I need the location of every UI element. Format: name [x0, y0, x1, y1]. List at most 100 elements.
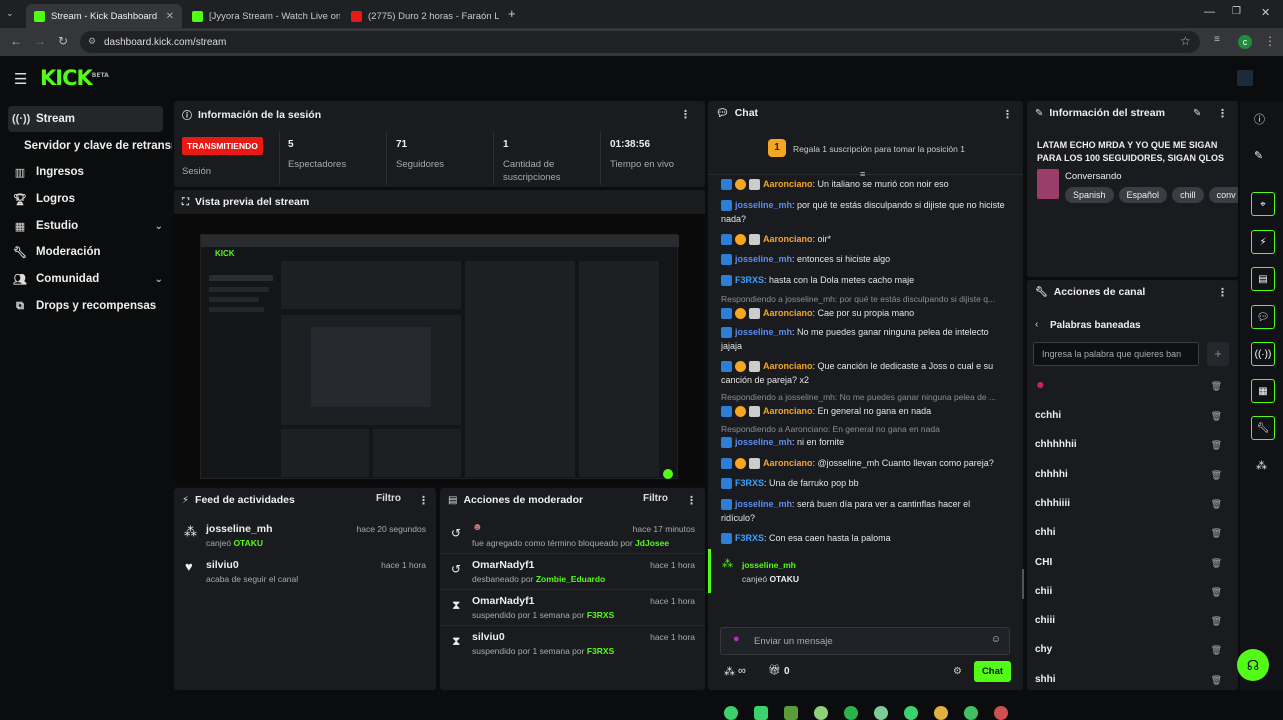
maximize-icon[interactable]: ❐ — [1232, 6, 1241, 17]
sidebar-item-ingresos[interactable]: ▥ Ingresos — [8, 159, 163, 185]
edit-icon[interactable]: ✎ — [1193, 108, 1201, 119]
gift-sub-banner[interactable]: 1 Regala 1 suscripción para tomar la pos… — [708, 127, 1023, 179]
more-options-icon[interactable]: ⋮ — [680, 108, 691, 121]
more-options-icon[interactable]: ⋮ — [1217, 107, 1228, 120]
back-chevron-icon[interactable]: ‹ — [1035, 319, 1038, 330]
emote-icon[interactable] — [844, 706, 858, 720]
bookmark-star-icon[interactable]: ☆ — [1180, 34, 1191, 48]
points-icon[interactable]: ⁂ — [724, 665, 735, 678]
trash-icon[interactable]: 🗑︎ — [1211, 587, 1222, 598]
activity-user[interactable]: josseline_mh — [206, 523, 273, 535]
chat-username[interactable]: F3RXS — [735, 478, 764, 488]
tag[interactable]: Spanish — [1065, 187, 1114, 203]
close-window-icon[interactable]: ✕ — [1261, 6, 1270, 19]
sidebar-item-moderacion[interactable]: 🔧︎ Moderación — [8, 239, 163, 265]
reply-context[interactable]: Respondiendo a Aaronciano: En general no… — [721, 424, 940, 434]
reply-context[interactable]: Respondiendo a josseline_mh: por qué te … — [721, 294, 995, 304]
gift-icon[interactable]: 🎁︎ — [768, 665, 781, 676]
tag[interactable]: Español — [1118, 187, 1168, 203]
microphone-icon[interactable]: ● — [733, 633, 740, 645]
browser-tab-1[interactable]: Stream - Kick Dashboard ✕ — [26, 4, 182, 28]
pencil-icon[interactable]: ✎ — [1254, 149, 1263, 162]
rail-button-log[interactable]: ▤ — [1251, 267, 1275, 291]
hamburger-menu-icon[interactable]: ☰ — [14, 70, 27, 88]
chat-username[interactable]: Aaronciano — [763, 234, 813, 244]
help-support-icon[interactable]: ☊ — [1237, 649, 1269, 681]
chat-username[interactable]: josseline_mh — [735, 437, 792, 447]
emote-icon[interactable] — [994, 706, 1008, 720]
rail-button-activity[interactable]: ⚡︎ — [1251, 230, 1275, 254]
trash-icon[interactable]: 🗑︎ — [1211, 381, 1222, 392]
forward-icon[interactable]: → — [34, 34, 46, 48]
stream-preview-video[interactable]: KICK — [174, 214, 705, 485]
chat-username[interactable]: Aaronciano — [763, 308, 813, 318]
emote-icon[interactable] — [724, 706, 738, 720]
chat-username[interactable]: josseline_mh — [735, 499, 792, 509]
trash-icon[interactable]: 🗑︎ — [1211, 675, 1222, 686]
reply-context[interactable]: Respondiendo a josseline_mh: No me puede… — [721, 392, 996, 402]
activity-user[interactable]: silviu0 — [206, 559, 239, 571]
emote-icon[interactable] — [784, 706, 798, 720]
rail-button-chat[interactable]: 💬︎ — [1251, 305, 1275, 329]
chat-scrollbar[interactable] — [1022, 569, 1024, 599]
trash-icon[interactable]: 🗑︎ — [1211, 558, 1222, 569]
trash-icon[interactable]: 🗑︎ — [1211, 616, 1222, 627]
category-thumbnail[interactable] — [1037, 169, 1059, 199]
send-chat-button[interactable]: Chat — [974, 661, 1011, 682]
rail-button-fullscreen[interactable]: ⌖ — [1251, 192, 1275, 216]
tag[interactable]: chill — [1172, 187, 1204, 203]
trash-icon[interactable]: 🗑︎ — [1211, 499, 1222, 510]
browser-tab-2[interactable]: [Jyyora Stream - Watch Live on ✕ — [184, 4, 340, 28]
tab-search-icon[interactable]: ⌄ — [6, 8, 14, 19]
trash-icon[interactable]: 🗑︎ — [1211, 528, 1222, 539]
back-icon[interactable]: ← — [10, 34, 22, 48]
media-control-icon[interactable]: ≡ — [1214, 34, 1220, 45]
chat-username[interactable]: Aaronciano — [763, 406, 813, 416]
browser-menu-icon[interactable]: ⋮ — [1264, 34, 1276, 48]
emote-icon[interactable] — [904, 706, 918, 720]
chat-username[interactable]: F3RXS — [735, 275, 764, 285]
chat-username[interactable]: Aaronciano — [763, 361, 813, 371]
chat-username[interactable]: Aaronciano — [763, 179, 813, 189]
banned-word-input[interactable]: Ingresa la palabra que quieres ban — [1033, 342, 1199, 366]
sidebar-item-logros[interactable]: 🏆︎ Logros — [8, 186, 163, 212]
kick-logo[interactable]: KICKBETA — [40, 66, 109, 90]
rail-button-preview[interactable]: ▦ — [1251, 379, 1275, 403]
filter-button[interactable]: Filtro — [376, 493, 401, 504]
trash-icon[interactable]: 🗑︎ — [1211, 470, 1222, 481]
close-tab-icon[interactable]: ✕ — [160, 11, 174, 22]
mod-action-user[interactable]: OmarNadyf1 — [472, 595, 534, 607]
browser-tab-3[interactable]: (2775) Duro 2 horas - Faraón L... ✕ — [343, 4, 499, 28]
redeem-user[interactable]: josseline_mh — [742, 560, 796, 570]
mod-action-user[interactable]: silviu0 — [472, 631, 505, 643]
reload-icon[interactable]: ↻ — [58, 34, 68, 48]
trash-icon[interactable]: 🗑︎ — [1211, 440, 1222, 451]
more-options-icon[interactable]: ⋮ — [1002, 108, 1013, 121]
info-icon[interactable]: ⓘ — [1254, 111, 1265, 127]
sidebar-item-server-key[interactable]: Servidor y clave de retransm — [8, 133, 172, 159]
chat-username[interactable]: F3RXS — [735, 533, 764, 543]
trash-icon[interactable]: 🗑︎ — [1211, 645, 1222, 656]
more-options-icon[interactable]: ⋮ — [418, 494, 429, 507]
tag[interactable]: conv — [1208, 187, 1238, 203]
emote-icon[interactable] — [934, 706, 948, 720]
emoji-icon[interactable]: ☺ — [991, 634, 1001, 645]
rail-button-broadcast[interactable]: ((·)) — [1251, 342, 1275, 366]
points-icon[interactable]: ⁂ — [1256, 459, 1267, 472]
settings-gear-icon[interactable]: ⚙ — [953, 666, 962, 677]
more-options-icon[interactable]: ⋮ — [1217, 286, 1228, 299]
chat-username[interactable]: josseline_mh — [735, 327, 792, 337]
emote-icon[interactable] — [754, 706, 768, 720]
category-name[interactable]: Conversando — [1065, 171, 1122, 182]
emote-icon[interactable] — [874, 706, 888, 720]
more-options-icon[interactable]: ⋮ — [686, 494, 697, 507]
emote-icon[interactable] — [964, 706, 978, 720]
emote-icon[interactable] — [814, 706, 828, 720]
profile-avatar[interactable]: c — [1238, 35, 1252, 49]
mod-action-user[interactable]: OmarNadyf1 — [472, 559, 534, 571]
sidebar-item-estudio[interactable]: ▦ Estudio ⌄ — [8, 213, 163, 239]
new-tab-icon[interactable]: + — [508, 6, 516, 21]
chat-username[interactable]: josseline_mh — [735, 200, 792, 210]
chat-input[interactable]: ● Enviar un mensaje ☺ — [720, 627, 1010, 655]
sidebar-item-comunidad[interactable]: 👥︎ Comunidad ⌄ — [8, 266, 163, 292]
